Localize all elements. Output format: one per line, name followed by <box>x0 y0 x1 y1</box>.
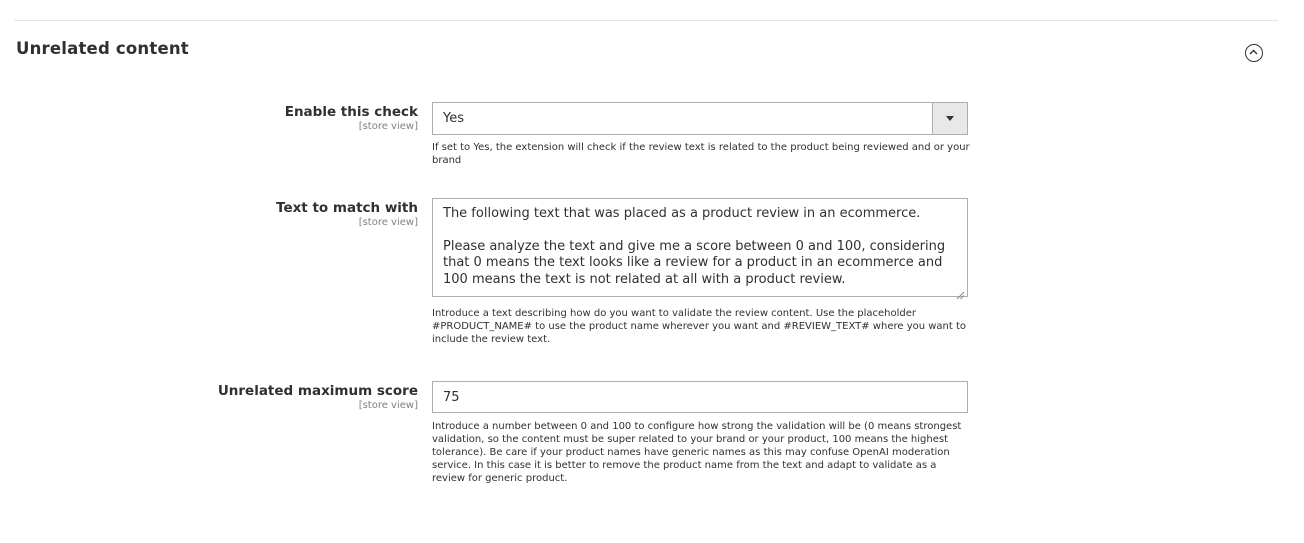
enable-check-select[interactable]: Yes <box>432 102 968 135</box>
max-score-value: 75 <box>443 390 460 405</box>
text-to-match-note: Introduce a text describing how do you w… <box>432 308 967 345</box>
config-page: Unrelated content Enable this check [sto… <box>0 0 1304 543</box>
dropdown-button[interactable] <box>932 103 967 134</box>
textarea-paragraph-1: The following text that was placed as a … <box>443 206 921 221</box>
triangle-down-icon <box>946 116 954 121</box>
enable-check-note: If set to Yes, the extension will check … <box>432 142 970 166</box>
text-to-match-scope: [store view] <box>358 217 418 228</box>
max-score-scope: [store view] <box>358 400 418 411</box>
resize-grip-icon[interactable] <box>956 285 965 300</box>
textarea-paragraph-2: Please analyze the text and give me a sc… <box>443 238 946 287</box>
max-score-note: Introduce a number between 0 and 100 to … <box>432 421 962 484</box>
max-score-label: Unrelated maximum score <box>217 383 418 399</box>
enable-check-scope: [store view] <box>358 121 418 132</box>
collapse-toggle-button[interactable] <box>1245 44 1263 62</box>
section-title[interactable]: Unrelated content <box>16 39 189 58</box>
enable-check-label: Enable this check <box>284 104 418 120</box>
text-to-match-label: Text to match with <box>276 200 418 216</box>
max-score-input[interactable]: 75 <box>432 381 968 413</box>
enable-check-selected-value: Yes <box>443 111 464 126</box>
text-to-match-textarea[interactable]: The following text that was placed as a … <box>432 198 968 300</box>
textarea-content: The following text that was placed as a … <box>443 206 959 304</box>
section-divider <box>14 20 1278 21</box>
